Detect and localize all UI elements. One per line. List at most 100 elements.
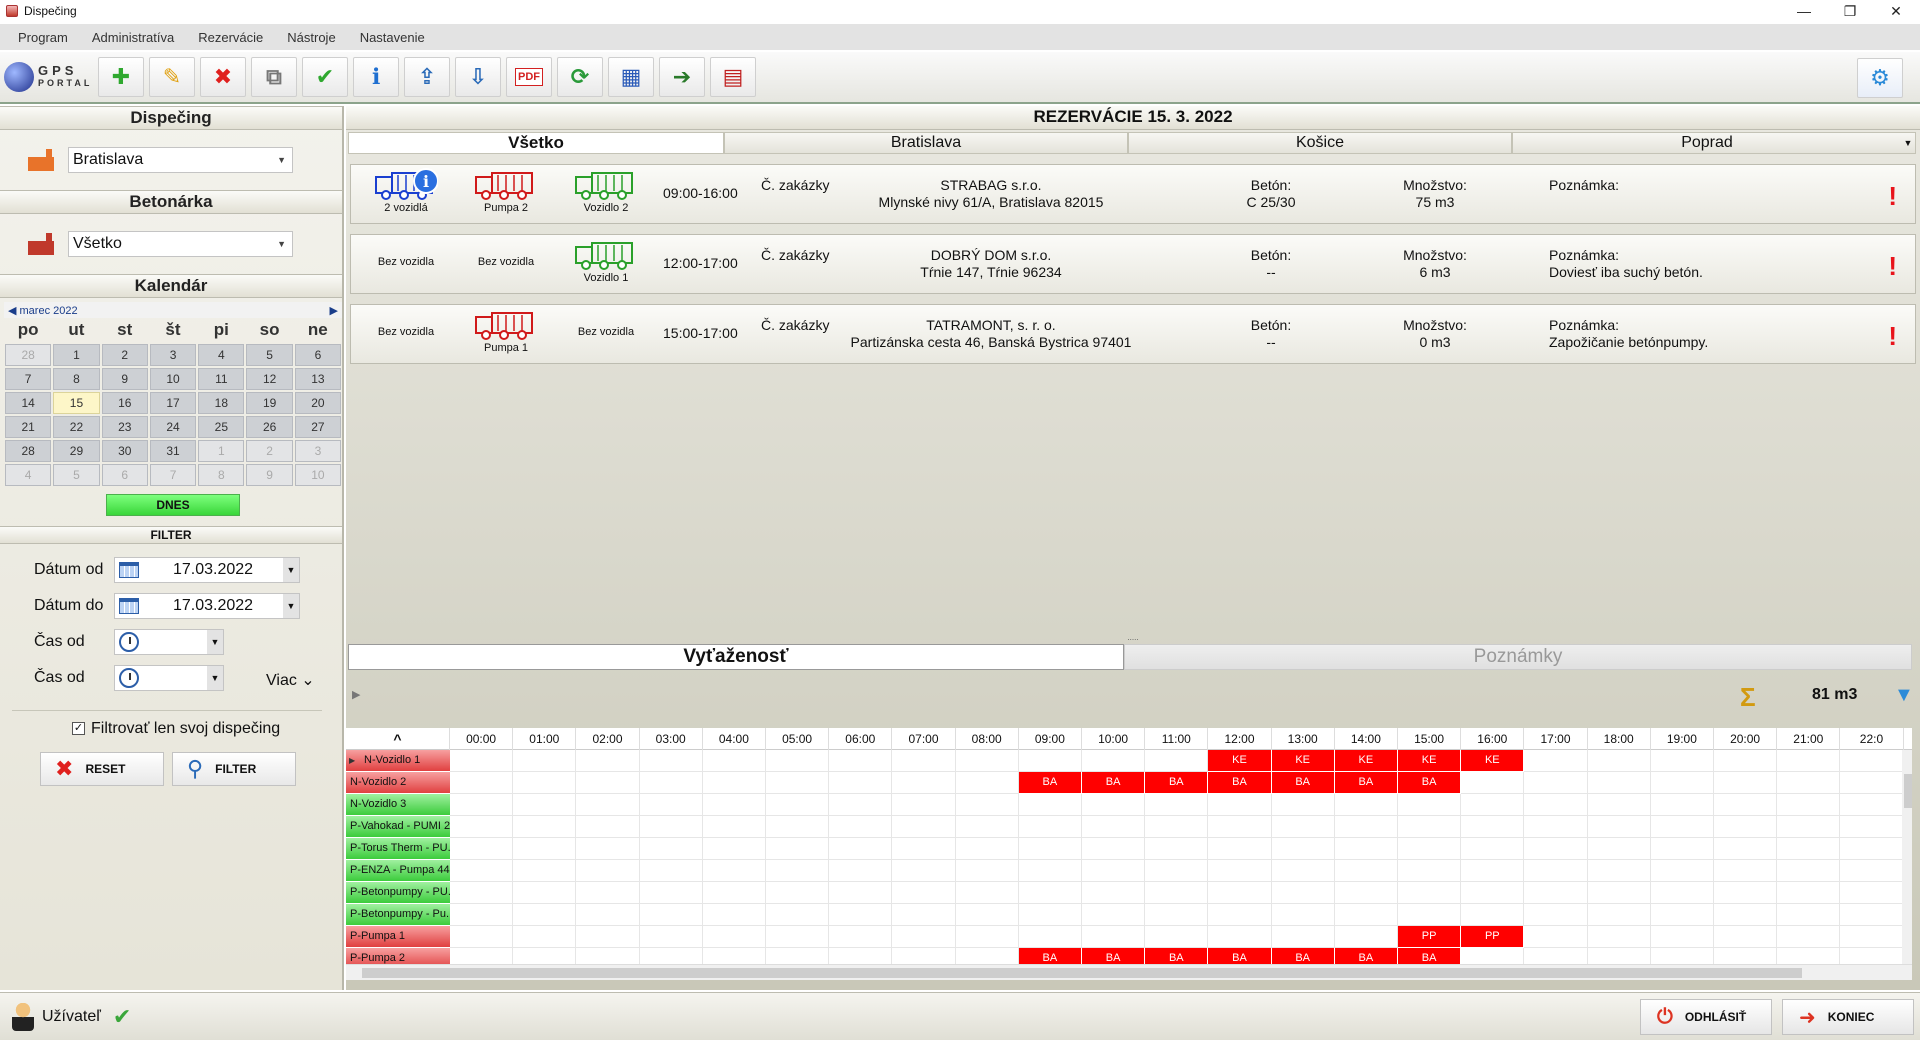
settings-button[interactable]: ⚙ bbox=[1857, 58, 1903, 98]
empty-cell[interactable] bbox=[513, 904, 577, 926]
calendar-day[interactable]: 18 bbox=[198, 392, 245, 414]
empty-cell[interactable] bbox=[1840, 772, 1904, 794]
empty-cell[interactable] bbox=[576, 838, 640, 860]
play-icon[interactable]: ▶ bbox=[352, 688, 360, 701]
calendar-day[interactable]: 26 bbox=[246, 416, 293, 438]
empty-cell[interactable] bbox=[766, 860, 830, 882]
empty-cell[interactable] bbox=[576, 772, 640, 794]
calendar-day[interactable]: 2 bbox=[246, 440, 293, 462]
resource-name[interactable]: P-ENZA - Pumpa 44... bbox=[346, 860, 450, 881]
pdf-button[interactable]: PDF bbox=[506, 57, 552, 97]
calendar-day[interactable]: 1 bbox=[198, 440, 245, 462]
reservation-card[interactable]: i 2 vozidlá Pumpa 2 Vozidlo 2 09:00-16:00… bbox=[350, 164, 1916, 224]
empty-cell[interactable] bbox=[1777, 794, 1841, 816]
chevron-down-icon[interactable]: ▼ bbox=[1901, 133, 1915, 153]
booking-cell[interactable]: BA bbox=[1334, 948, 1398, 964]
empty-cell[interactable] bbox=[1208, 860, 1272, 882]
empty-cell[interactable] bbox=[829, 904, 893, 926]
empty-cell[interactable] bbox=[702, 794, 766, 816]
delete-button[interactable]: ✖ bbox=[200, 57, 246, 97]
login-button[interactable]: ➔ bbox=[659, 57, 705, 97]
empty-cell[interactable] bbox=[639, 816, 703, 838]
checkbox-checked-icon[interactable]: ✓ bbox=[72, 722, 85, 735]
empty-cell[interactable] bbox=[1840, 794, 1904, 816]
empty-cell[interactable] bbox=[829, 816, 893, 838]
empty-cell[interactable] bbox=[513, 750, 577, 772]
empty-cell[interactable] bbox=[1777, 750, 1841, 772]
empty-cell[interactable] bbox=[955, 860, 1019, 882]
empty-cell[interactable] bbox=[1714, 750, 1778, 772]
refresh-button[interactable]: ⟳ bbox=[557, 57, 603, 97]
empty-cell[interactable] bbox=[1524, 904, 1588, 926]
empty-cell[interactable] bbox=[955, 794, 1019, 816]
datum-do-picker[interactable]: 17.03.2022 ▼ bbox=[114, 593, 300, 619]
calendar-button[interactable]: ▦ bbox=[608, 57, 654, 97]
calendar-day-today[interactable]: 15 bbox=[53, 392, 100, 414]
resource-name[interactable]: P-Betonpumpy - PU... bbox=[346, 882, 450, 903]
calendar-day[interactable]: 20 bbox=[294, 392, 342, 414]
empty-cell[interactable] bbox=[892, 750, 956, 772]
empty-cell[interactable] bbox=[1777, 816, 1841, 838]
today-button[interactable]: DNES bbox=[106, 494, 240, 516]
booking-cell[interactable]: BA bbox=[1398, 772, 1462, 794]
empty-cell[interactable] bbox=[956, 948, 1019, 964]
menu-nastroje[interactable]: Nástroje bbox=[287, 30, 335, 45]
add-button[interactable]: ✚ bbox=[98, 57, 144, 97]
empty-cell[interactable] bbox=[1651, 948, 1714, 964]
empty-cell[interactable] bbox=[450, 794, 514, 816]
calendar-day[interactable]: 5 bbox=[246, 344, 293, 366]
empty-cell[interactable] bbox=[1777, 948, 1841, 964]
empty-cell[interactable] bbox=[1714, 838, 1778, 860]
empty-cell[interactable] bbox=[702, 860, 766, 882]
edit-button[interactable]: ✎ bbox=[149, 57, 195, 97]
resource-name[interactable]: P-Vahokad - PUMI 2... bbox=[346, 816, 450, 837]
reservation-card[interactable]: Bez vozidla Pumpa 1 Bez vozidla 15:00-17:0… bbox=[350, 304, 1916, 364]
calendar-day[interactable]: 4 bbox=[5, 464, 52, 486]
empty-cell[interactable] bbox=[1524, 948, 1588, 964]
tab-bratislava[interactable]: Bratislava bbox=[724, 132, 1128, 154]
empty-cell[interactable] bbox=[1524, 882, 1588, 904]
resource-name[interactable]: P-Pumpa 1 bbox=[346, 926, 450, 947]
empty-cell[interactable] bbox=[1650, 882, 1714, 904]
empty-cell[interactable] bbox=[1271, 860, 1335, 882]
booking-cell[interactable]: BA bbox=[1398, 948, 1462, 964]
empty-cell[interactable] bbox=[1082, 882, 1146, 904]
empty-cell[interactable] bbox=[1587, 838, 1651, 860]
empty-cell[interactable] bbox=[1208, 794, 1272, 816]
empty-cell[interactable] bbox=[576, 750, 640, 772]
empty-cell[interactable] bbox=[1082, 904, 1146, 926]
empty-cell[interactable] bbox=[576, 926, 640, 948]
chevron-down-icon[interactable]: ▼ bbox=[207, 666, 223, 690]
calendar-day[interactable]: 28 bbox=[5, 440, 52, 462]
empty-cell[interactable] bbox=[955, 772, 1019, 794]
empty-cell[interactable] bbox=[513, 772, 577, 794]
empty-cell[interactable] bbox=[1461, 794, 1525, 816]
empty-cell[interactable] bbox=[1714, 860, 1778, 882]
empty-cell[interactable] bbox=[1777, 904, 1841, 926]
empty-cell[interactable] bbox=[639, 750, 703, 772]
calendar-day[interactable]: 9 bbox=[101, 368, 148, 390]
empty-cell[interactable] bbox=[766, 816, 830, 838]
empty-cell[interactable] bbox=[1840, 816, 1904, 838]
empty-cell[interactable] bbox=[1082, 926, 1146, 948]
calendar-day[interactable]: 29 bbox=[53, 440, 100, 462]
empty-cell[interactable] bbox=[955, 838, 1019, 860]
empty-cell[interactable] bbox=[829, 750, 893, 772]
empty-cell[interactable] bbox=[766, 904, 830, 926]
grid-row[interactable]: N-Vozidlo 3 bbox=[346, 794, 1912, 816]
empty-cell[interactable] bbox=[576, 948, 640, 964]
empty-cell[interactable] bbox=[829, 948, 893, 964]
viac-toggle[interactable]: Viac ⌄ bbox=[266, 670, 315, 690]
menu-administrativa[interactable]: Administratíva bbox=[92, 30, 174, 45]
empty-cell[interactable] bbox=[829, 926, 893, 948]
empty-cell[interactable] bbox=[702, 750, 766, 772]
empty-cell[interactable] bbox=[1587, 860, 1651, 882]
resource-name[interactable]: P-Torus Therm - PU... bbox=[346, 838, 450, 859]
empty-cell[interactable] bbox=[1145, 838, 1209, 860]
calendar-day[interactable]: 12 bbox=[246, 368, 293, 390]
empty-cell[interactable] bbox=[955, 882, 1019, 904]
booking-cell[interactable]: BA bbox=[1208, 772, 1272, 794]
calendar-day[interactable]: 4 bbox=[198, 344, 245, 366]
empty-cell[interactable] bbox=[639, 926, 703, 948]
empty-cell[interactable] bbox=[829, 794, 893, 816]
